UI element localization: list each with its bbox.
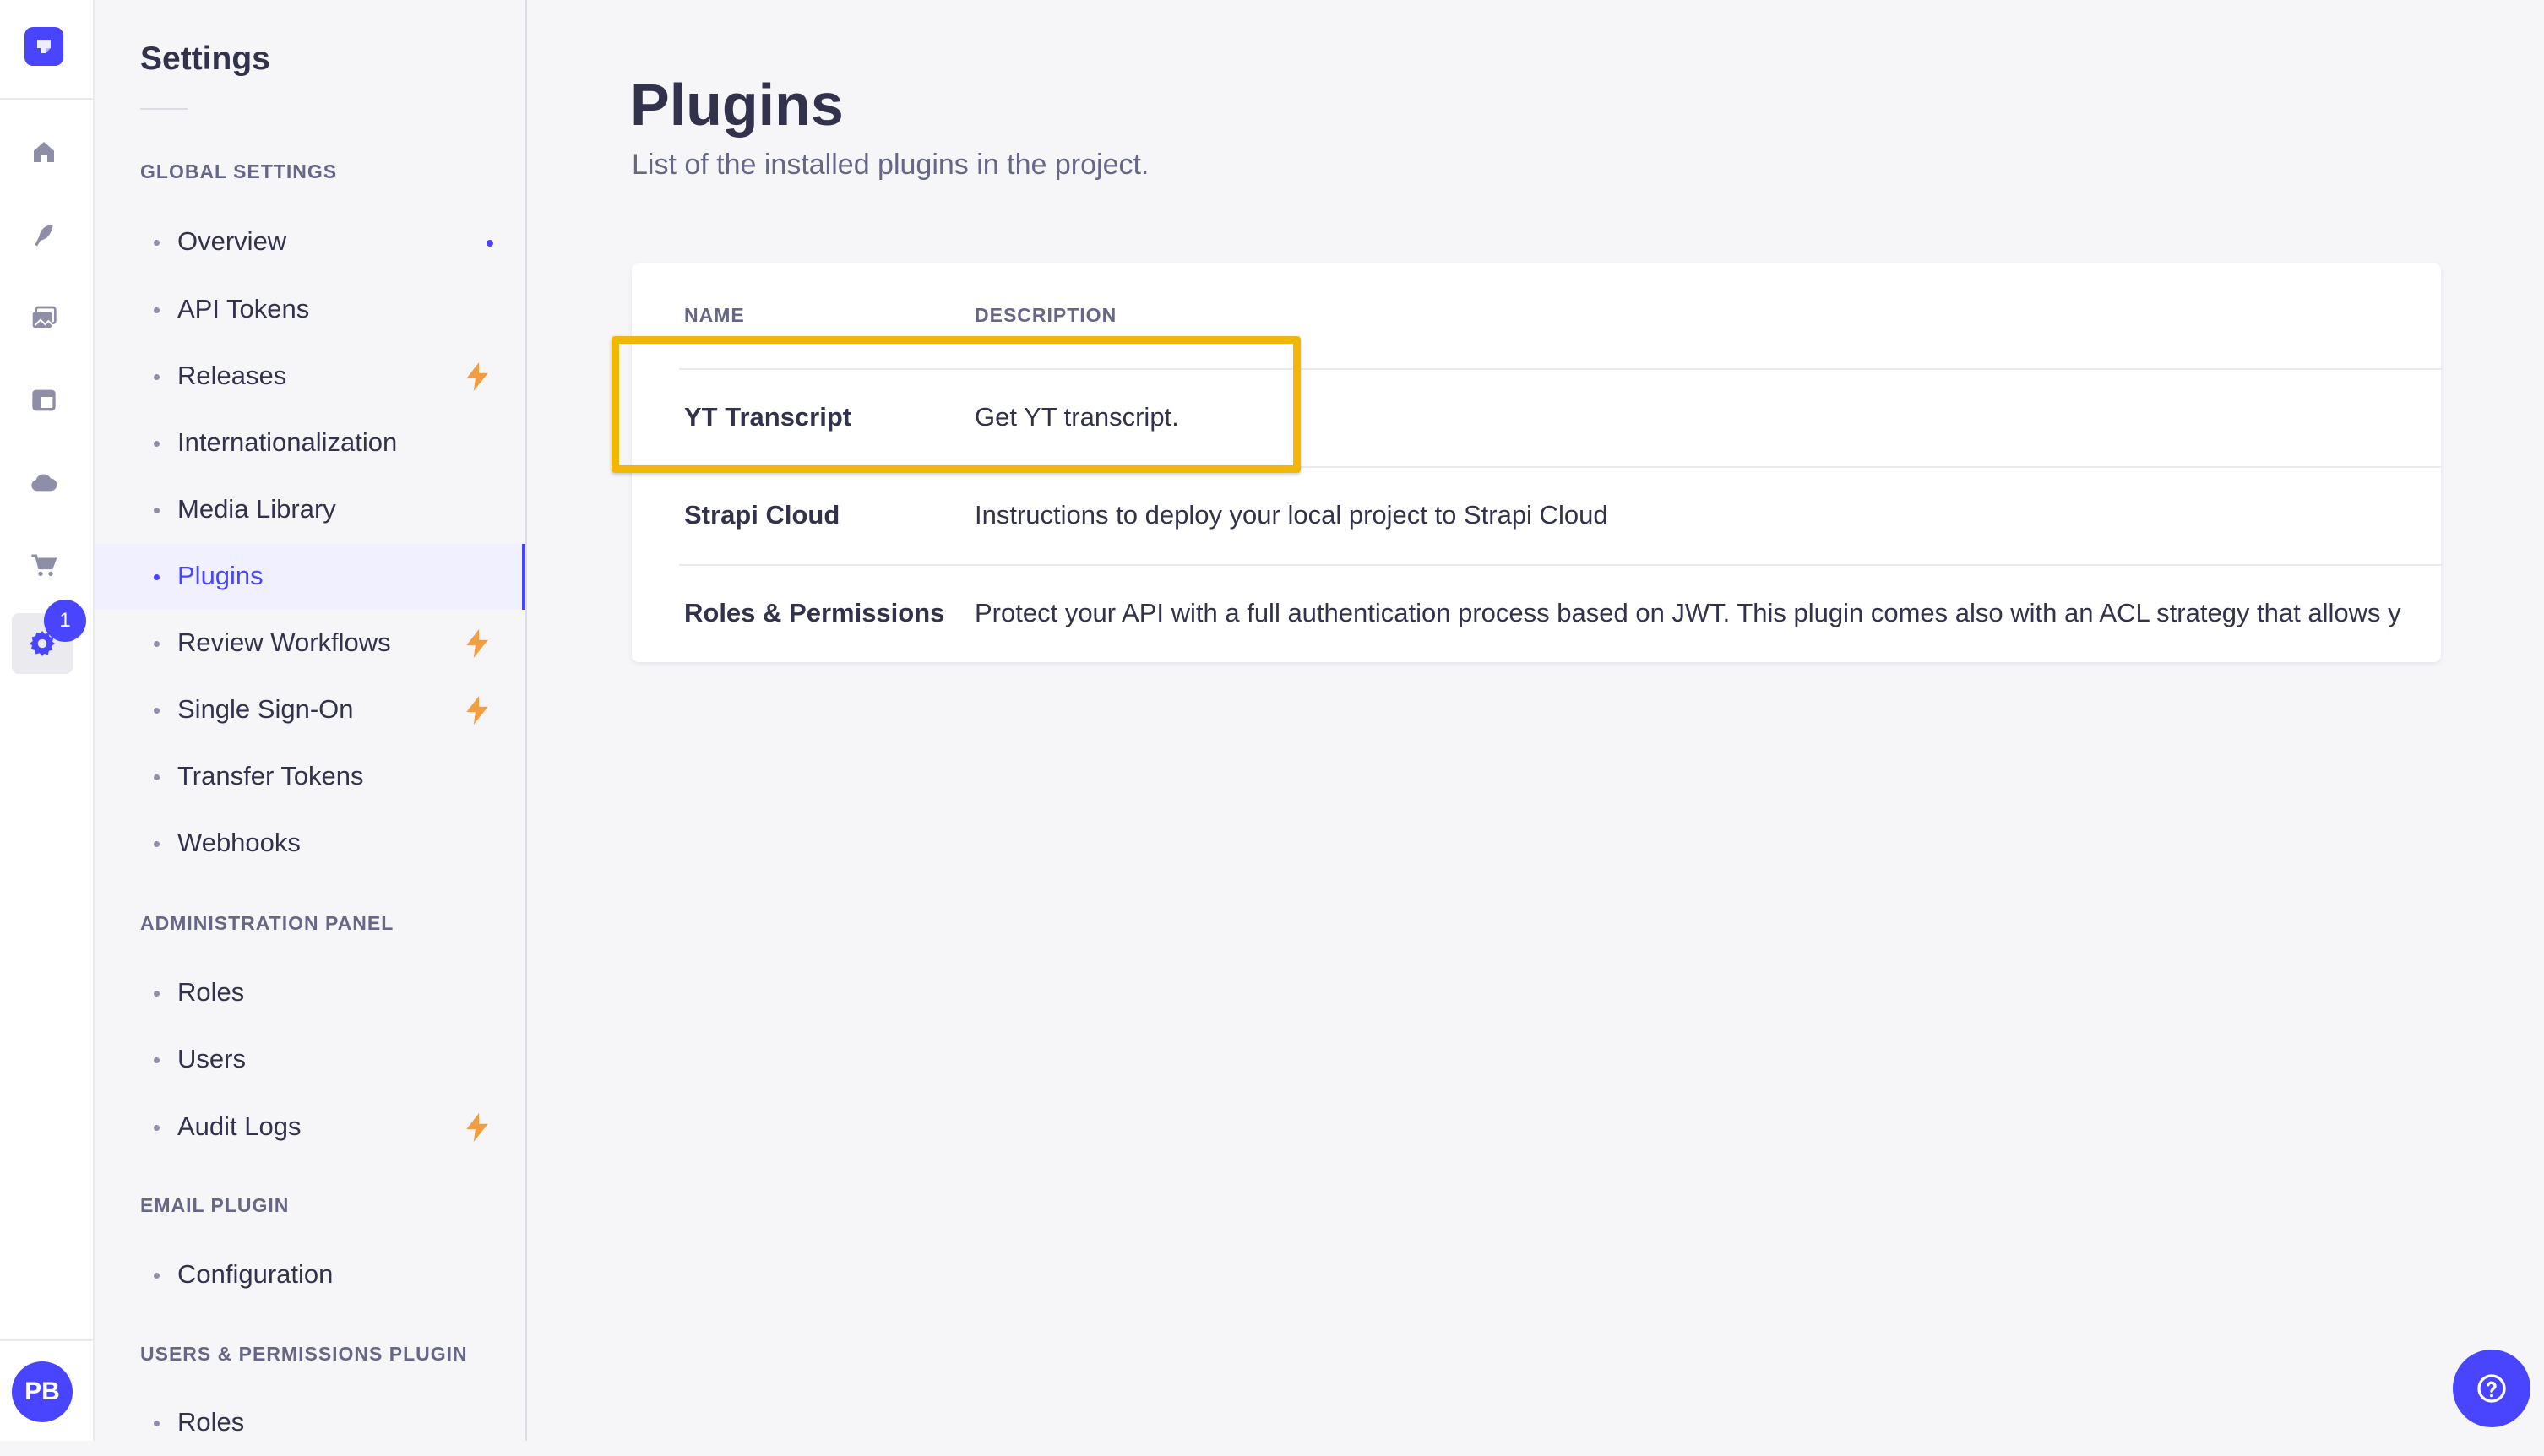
bullet-icon — [154, 841, 160, 847]
plugins-table: NAME DESCRIPTION YT Transcript Get YT tr… — [632, 263, 2441, 662]
bullet-icon — [154, 240, 160, 246]
column-header-description: DESCRIPTION — [975, 304, 1117, 326]
avatar[interactable]: PB — [12, 1361, 73, 1422]
lightning-icon — [466, 696, 488, 725]
bullet-icon — [154, 1421, 160, 1426]
cloud-icon[interactable] — [24, 463, 64, 503]
bullet-icon — [154, 1057, 160, 1063]
bullet-icon — [154, 374, 160, 380]
section-title-global-settings: GLOBAL SETTINGS — [140, 160, 338, 182]
sidebar-item-label: Single Sign-On — [177, 694, 354, 724]
sidebar-item-label: Audit Logs — [177, 1111, 302, 1141]
sidebar-item-media-library[interactable]: Media Library — [95, 477, 525, 543]
bullet-icon — [154, 508, 160, 513]
sidebar-item-webhooks[interactable]: Webhooks — [95, 811, 525, 877]
sidebar-item-releases[interactable]: Releases — [95, 344, 525, 410]
sidebar-title: Settings — [140, 41, 270, 77]
bullet-icon — [154, 641, 160, 647]
bullet-icon — [154, 574, 160, 580]
lightning-icon — [466, 362, 488, 391]
plugin-description: Protect your API with a full authenticat… — [975, 598, 2401, 627]
bullet-icon — [154, 991, 160, 997]
row-divider — [679, 564, 2441, 566]
sidebar-item-label: Configuration — [177, 1259, 334, 1289]
sidebar-item-api-tokens[interactable]: API Tokens — [95, 277, 525, 343]
bullet-icon — [154, 774, 160, 780]
bullet-icon — [154, 708, 160, 714]
column-header-name: NAME — [684, 304, 745, 326]
lightning-icon — [466, 629, 488, 658]
bullet-icon — [154, 441, 160, 447]
content-manager-icon[interactable] — [24, 215, 64, 255]
lightning-icon — [466, 1113, 488, 1142]
bullet-icon — [154, 1125, 160, 1131]
rail-divider — [0, 98, 93, 100]
row-divider — [679, 466, 2441, 468]
logo-icon[interactable] — [24, 27, 63, 66]
sidebar-item-label: Media Library — [177, 494, 336, 524]
bullet-icon — [154, 1273, 160, 1279]
media-library-icon[interactable] — [24, 297, 64, 338]
sidebar-item-overview[interactable]: Overview — [95, 209, 525, 275]
rail-divider-bottom — [0, 1339, 93, 1341]
plugin-description: Get YT transcript. — [975, 402, 1179, 432]
new-indicator-dot — [487, 240, 493, 247]
sidebar-item-roles[interactable]: Roles — [95, 960, 525, 1026]
plugin-name: YT Transcript — [684, 402, 852, 432]
section-title-administration-panel: ADMINISTRATION PANEL — [140, 912, 394, 934]
sidebar-item-up-roles[interactable]: Roles — [95, 1390, 525, 1456]
sidebar-item-label: Internationalization — [177, 427, 398, 457]
section-title-users-permissions-plugin: USERS & PERMISSIONS PLUGIN — [140, 1343, 468, 1365]
content-type-builder-icon[interactable] — [24, 380, 64, 421]
sidebar-item-label: Roles — [177, 977, 245, 1007]
main-nav-rail: 1 PB — [0, 0, 95, 1441]
sidebar-title-divider — [140, 108, 188, 110]
sidebar-item-label: API Tokens — [177, 294, 310, 323]
sidebar-item-review-workflows[interactable]: Review Workflows — [95, 611, 525, 676]
sidebar-item-single-sign-on[interactable]: Single Sign-On — [95, 677, 525, 743]
sidebar-item-audit-logs[interactable]: Audit Logs — [95, 1095, 525, 1160]
sidebar-item-label: Releases — [177, 361, 287, 390]
home-icon[interactable] — [24, 132, 64, 172]
sidebar-item-label: Roles — [177, 1407, 245, 1437]
row-divider — [679, 368, 2441, 370]
sidebar-item-label: Users — [177, 1044, 246, 1073]
sidebar-item-plugins[interactable]: Plugins — [95, 544, 525, 610]
sidebar-item-internationalization[interactable]: Internationalization — [95, 410, 525, 476]
sidebar-item-email-configuration[interactable]: Configuration — [95, 1242, 525, 1308]
sidebar-item-users[interactable]: Users — [95, 1027, 525, 1093]
bullet-icon — [154, 307, 160, 313]
sidebar-item-label: Overview — [177, 226, 287, 256]
marketplace-icon[interactable] — [24, 546, 64, 586]
plugin-name: Roles & Permissions — [684, 598, 945, 627]
sidebar-item-label: Transfer Tokens — [177, 761, 364, 790]
sidebar-item-label: Plugins — [177, 561, 264, 590]
plugin-name: Strapi Cloud — [684, 500, 840, 530]
sidebar-item-label: Review Workflows — [177, 627, 391, 657]
sidebar-item-transfer-tokens[interactable]: Transfer Tokens — [95, 744, 525, 810]
sidebar-item-label: Webhooks — [177, 828, 301, 857]
settings-notification-badge: 1 — [44, 600, 86, 642]
page-subtitle: List of the installed plugins in the pro… — [632, 149, 1150, 181]
question-icon — [2477, 1374, 2506, 1403]
settings-sidebar: Settings GLOBAL SETTINGS Overview API To… — [95, 0, 527, 1441]
help-button[interactable] — [2453, 1350, 2530, 1427]
plugin-description: Instructions to deploy your local projec… — [975, 500, 1608, 530]
section-title-email-plugin: EMAIL PLUGIN — [140, 1194, 290, 1216]
page-title: Plugins — [630, 72, 844, 138]
